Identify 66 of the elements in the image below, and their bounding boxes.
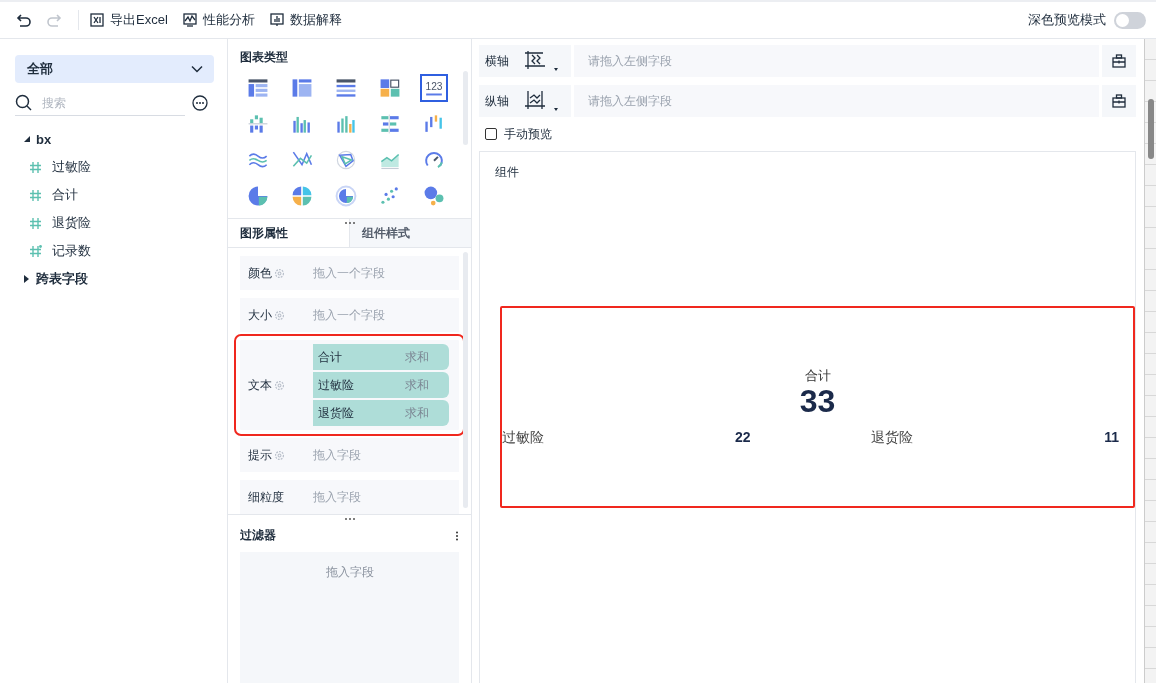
hash-icon xyxy=(29,244,42,258)
hash-icon xyxy=(29,160,42,174)
scrollbar[interactable] xyxy=(1144,39,1156,683)
resize-handle[interactable] xyxy=(343,221,356,225)
property-label: 提示 xyxy=(248,446,273,464)
section-title: 图表类型 xyxy=(240,49,290,66)
property-label: 颜色 xyxy=(248,264,273,282)
hash-icon xyxy=(29,188,42,202)
tree-folder[interactable]: 跨表字段 xyxy=(15,265,215,293)
field-name: 过敏险 xyxy=(318,376,355,394)
field-item[interactable]: 过敏险 xyxy=(15,153,215,181)
field-item[interactable]: 退货险 xyxy=(15,209,215,237)
manual-preview-checkbox[interactable] xyxy=(485,128,498,140)
hash-icon xyxy=(29,216,42,230)
toolbar-button[interactable]: 数据解释 xyxy=(268,11,342,29)
toolbox-button[interactable] xyxy=(1102,45,1137,77)
property-label: 细粒度 xyxy=(248,488,285,506)
kpi-sub-label: 退货险 xyxy=(870,429,913,447)
toolbox-icon[interactable] xyxy=(1112,94,1127,108)
field-pill[interactable]: 退货险 求和 xyxy=(313,400,450,426)
toolbar-button[interactable]: 导出Excel xyxy=(89,11,168,29)
spreadsheet-icon[interactable] xyxy=(89,12,105,28)
field-item[interactable]: 合计 xyxy=(15,181,215,209)
aggregation-label: 求和 xyxy=(405,348,430,366)
search-icon[interactable] xyxy=(15,94,32,111)
caret-icon[interactable] xyxy=(24,275,30,283)
kpi-sub-value: 22 xyxy=(735,429,751,447)
caret-icon[interactable] xyxy=(24,135,30,143)
dark-preview-label: 深色预览模式 xyxy=(1028,11,1106,29)
property-label: 大小 xyxy=(248,306,273,324)
toolbox-button[interactable] xyxy=(1102,85,1137,117)
drop-zone-hint: 拖入字段 xyxy=(313,488,362,506)
search-field[interactable]: 搜索 xyxy=(40,94,174,111)
toolbox-icon[interactable] xyxy=(1112,54,1127,68)
toolbar-button[interactable]: 性能分析 xyxy=(181,11,255,29)
field-pill[interactable]: 合计 求和 xyxy=(313,344,450,370)
kpi-value: 33 xyxy=(799,385,836,417)
axis-type-icon[interactable] xyxy=(523,49,560,73)
more-icon[interactable] xyxy=(455,530,460,541)
aggregation-label: 求和 xyxy=(405,376,430,394)
field-name: 合计 xyxy=(318,348,343,366)
drop-zone-hint: 拖入一个字段 xyxy=(313,264,386,282)
kpi-sub-value: 11 xyxy=(1104,429,1120,447)
dark-preview-toggle[interactable] xyxy=(1114,11,1146,29)
axis-type-icon[interactable] xyxy=(523,89,560,113)
field-item[interactable]: 记录数 xyxy=(15,237,215,265)
aggregation-label: 求和 xyxy=(405,404,430,422)
section-title: 过滤器 xyxy=(240,527,277,544)
kpi-label: 合计 xyxy=(804,367,831,385)
axis-label: 纵轴 xyxy=(485,92,510,110)
resize-handle[interactable] xyxy=(343,517,356,521)
chart-monitor-icon[interactable] xyxy=(181,12,198,28)
tree-folder[interactable]: bx xyxy=(15,125,215,153)
drop-zone-hint: 拖入字段 xyxy=(313,446,362,464)
component-title: 组件 xyxy=(494,164,521,181)
drop-zone-hint: 拖入一个字段 xyxy=(313,306,386,324)
checkbox-label: 手动预览 xyxy=(504,125,553,143)
kpi-sub-label: 过敏险 xyxy=(502,429,545,447)
property-label: 文本 xyxy=(248,376,273,394)
field-name: 退货险 xyxy=(318,404,355,422)
bar-chart-icon[interactable] xyxy=(268,12,285,28)
more-icon[interactable] xyxy=(192,95,209,111)
tab[interactable]: 组件样式 xyxy=(349,219,472,247)
axis-label: 横轴 xyxy=(485,52,510,70)
field-pill[interactable]: 过敏险 求和 xyxy=(313,372,450,398)
dataset-select[interactable]: 全部 xyxy=(15,55,215,83)
